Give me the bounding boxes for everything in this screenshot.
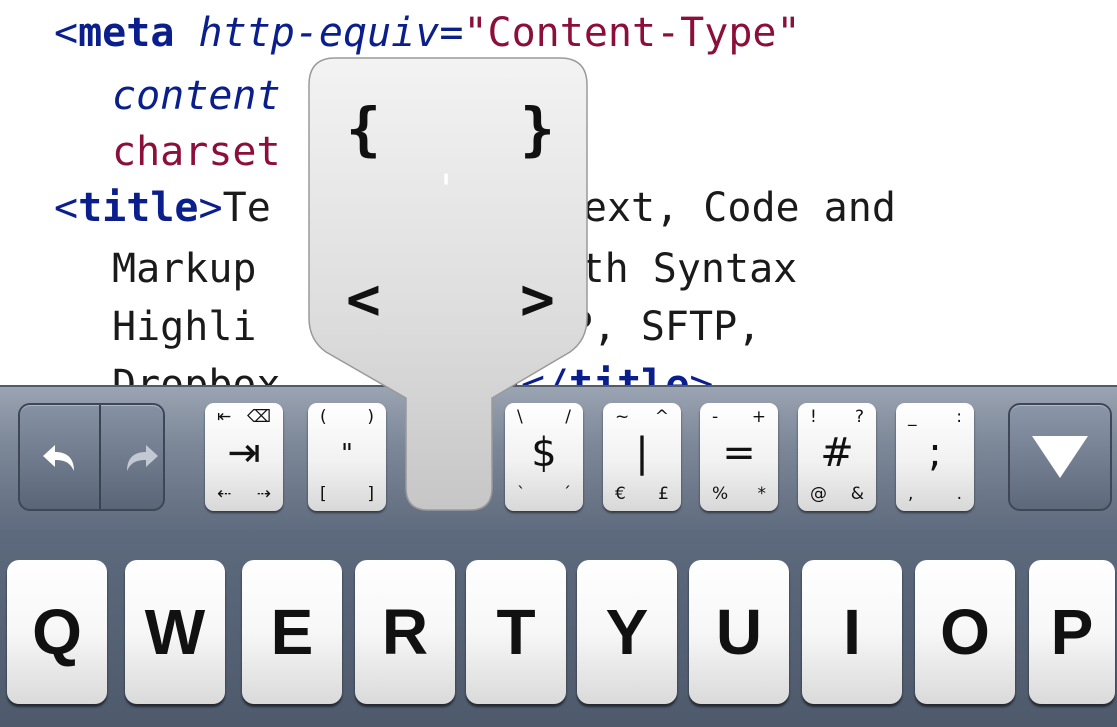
key-glyph: + bbox=[751, 407, 766, 427]
key-glyph: - bbox=[712, 407, 719, 427]
tab-key[interactable]: ⇤ ⌫ ⇥ ⇠ ⇢ bbox=[205, 403, 283, 511]
key-glyph: " bbox=[341, 439, 353, 469]
key-glyph: , bbox=[908, 484, 914, 504]
key-y[interactable]: Y bbox=[577, 560, 677, 704]
code-line-4: <title>Te Text, Code and bbox=[54, 185, 896, 231]
code-editor[interactable]: <meta http-equiv="Content-Type" content m… bbox=[0, 0, 1117, 390]
key-glyph: ^ bbox=[654, 407, 669, 427]
key-e[interactable]: E bbox=[242, 560, 342, 704]
key-glyph: # bbox=[820, 430, 854, 476]
key-glyph: ( bbox=[320, 407, 327, 427]
key-w[interactable]: W bbox=[125, 560, 225, 704]
undo-arrow-icon bbox=[42, 445, 74, 471]
hide-keyboard-triangle-icon bbox=[1032, 436, 1088, 478]
code-line-2: content ml; bbox=[112, 73, 545, 119]
code-line-5: Markup th Syntax bbox=[112, 246, 798, 292]
key-glyph: @ bbox=[810, 484, 827, 504]
key-glyph: € bbox=[615, 484, 626, 504]
pipe-key[interactable]: ~ ^ | € £ bbox=[603, 403, 681, 511]
key-glyph: ) bbox=[367, 407, 374, 427]
delete-glyph: ⌫ bbox=[246, 407, 271, 427]
key-u[interactable]: U bbox=[689, 560, 789, 704]
cursor-right-glyph: ⇢ bbox=[256, 484, 271, 504]
key-glyph: & bbox=[850, 484, 864, 504]
key-glyph: / bbox=[565, 407, 571, 427]
key-glyph: ` bbox=[517, 484, 526, 504]
key-q[interactable]: Q bbox=[7, 560, 107, 704]
undo-button[interactable] bbox=[20, 405, 99, 509]
paren-key[interactable]: ( ) " [ ] bbox=[308, 403, 386, 511]
key-glyph: | bbox=[635, 430, 649, 476]
key-glyph: $ bbox=[531, 430, 557, 476]
code-line-6: Highli TP, SFTP, bbox=[112, 304, 762, 350]
key-glyph: £ bbox=[658, 484, 669, 504]
key-glyph: ! bbox=[810, 407, 817, 427]
cursor-left-glyph: ⇠ bbox=[217, 484, 232, 504]
dollar-key[interactable]: \ / $ ` ´ bbox=[505, 403, 583, 511]
key-glyph: _ bbox=[908, 407, 917, 427]
semicolon-key[interactable]: _ : ; , . bbox=[896, 403, 974, 511]
key-glyph: * bbox=[757, 484, 767, 504]
key-t[interactable]: T bbox=[466, 560, 566, 704]
hide-keyboard-button[interactable] bbox=[1008, 403, 1112, 511]
key-glyph: ? bbox=[854, 407, 864, 427]
hash-key[interactable]: ! ? # @ & bbox=[798, 403, 876, 511]
key-glyph: ´ bbox=[562, 484, 572, 504]
key-glyph: ; bbox=[928, 430, 942, 476]
key-r[interactable]: R bbox=[355, 560, 455, 704]
key-glyph: ~ bbox=[615, 407, 630, 427]
code-line-3: charset > bbox=[112, 129, 569, 175]
key-glyph: \ bbox=[517, 407, 523, 427]
key-glyph: : bbox=[956, 407, 962, 427]
key-o[interactable]: O bbox=[915, 560, 1015, 704]
equals-key[interactable]: - + = % * bbox=[700, 403, 778, 511]
back-tab-glyph: ⇤ bbox=[217, 407, 232, 427]
undo-redo-group bbox=[18, 403, 165, 511]
key-i[interactable]: I bbox=[802, 560, 902, 704]
key-p[interactable]: P bbox=[1029, 560, 1115, 704]
key-glyph: . bbox=[956, 484, 962, 504]
redo-button[interactable] bbox=[101, 405, 180, 509]
redo-arrow-icon bbox=[126, 445, 158, 471]
key-glyph: [ bbox=[320, 484, 327, 504]
code-line-1: <meta http-equiv="Content-Type" bbox=[54, 10, 801, 56]
key-glyph: % bbox=[712, 484, 729, 504]
key-glyph: ] bbox=[367, 484, 374, 504]
key-glyph: = bbox=[722, 430, 756, 476]
tab-glyph: ⇥ bbox=[227, 430, 261, 476]
